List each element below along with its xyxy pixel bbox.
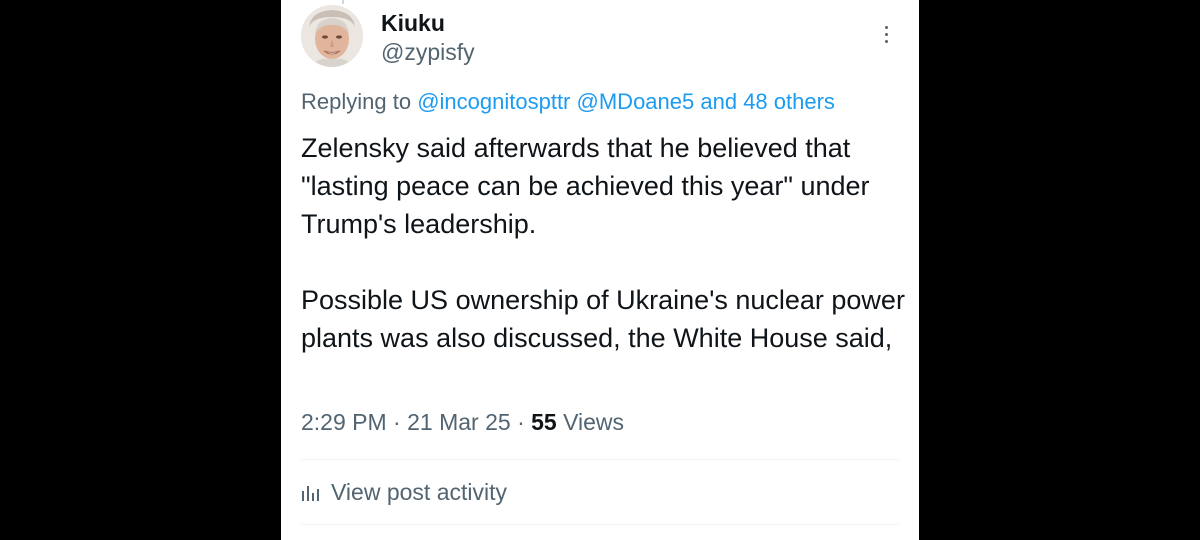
- meta-separator: ·: [517, 409, 532, 435]
- post-date[interactable]: 21 Mar 25: [407, 409, 511, 435]
- more-vertical-icon: [884, 25, 888, 29]
- post-time[interactable]: 2:29 PM: [301, 409, 387, 435]
- divider: [301, 459, 899, 460]
- tweet-paragraph: Zelensky said afterwards that he believe…: [301, 133, 870, 239]
- more-options-button[interactable]: [876, 20, 896, 48]
- screen: Kiuku @zypisfy Replying to @incognitospt…: [0, 0, 1200, 540]
- avatar[interactable]: [301, 5, 363, 67]
- thread-connector-line: [342, 0, 344, 4]
- author-display-name[interactable]: Kiuku: [381, 9, 445, 37]
- tweet-text: Zelensky said afterwards that he believe…: [301, 129, 906, 357]
- divider: [301, 524, 899, 525]
- view-post-activity-button[interactable]: View post activity: [301, 476, 507, 508]
- replying-to-prefix: Replying to: [301, 89, 412, 114]
- more-vertical-icon-dot-3: [884, 39, 888, 43]
- views-count: 55: [531, 409, 557, 435]
- tweet-metadata: 2:29 PM · 21 Mar 25 · 55 Views: [301, 407, 624, 437]
- view-post-activity-label: View post activity: [331, 479, 507, 505]
- more-vertical-icon-dot-2: [884, 32, 888, 36]
- mention-link[interactable]: @incognitospttr: [417, 89, 570, 114]
- author-handle[interactable]: @zypisfy: [381, 38, 475, 66]
- tweet-paragraph: Possible US ownership of Ukraine's nucle…: [301, 285, 905, 353]
- mention-link[interactable]: @MDoane5: [577, 89, 695, 114]
- avatar-portrait-image: [301, 5, 363, 67]
- meta-separator: ·: [393, 409, 408, 435]
- others-link[interactable]: and 48 others: [700, 89, 835, 114]
- bar-chart-icon: [302, 486, 319, 501]
- views-label: Views: [563, 409, 625, 435]
- replying-to-line: Replying to @incognitospttr @MDoane5 and…: [301, 88, 835, 116]
